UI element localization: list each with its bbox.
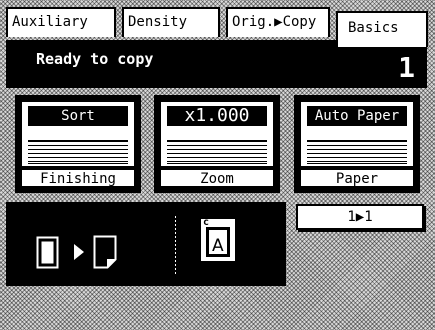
copy-count: 1 — [398, 51, 415, 84]
simplex-to-duplex-icon — [36, 235, 117, 269]
tab-orig-copy[interactable]: Orig.▶Copy — [226, 7, 330, 37]
paper-value: Auto Paper — [307, 106, 407, 126]
paper-stack-icon — [28, 140, 128, 164]
copier-screen: Auxiliary Density Orig.▶Copy Basics Read… — [0, 0, 435, 330]
duplex-mode-panel[interactable]: c A — [6, 202, 286, 286]
panel-divider — [175, 216, 176, 274]
one-sided-to-one-sided-button[interactable]: 1▶1 — [296, 204, 424, 230]
paper-stack-icon — [167, 140, 267, 164]
tab-basics[interactable]: Basics — [336, 11, 428, 47]
zoom-value: x1.000 — [167, 106, 267, 126]
zoom-label: Zoom — [160, 169, 274, 187]
zoom-button[interactable]: x1.000 Zoom — [154, 95, 280, 193]
original-letter: A — [212, 236, 224, 256]
tab-auxiliary[interactable]: Auxiliary — [6, 7, 116, 37]
finishing-key-face: Sort — [21, 101, 135, 167]
paper-label: Paper — [300, 169, 414, 187]
status-bar: Ready to copy 1 — [6, 40, 427, 88]
paper-key-face: Auto Paper — [300, 101, 414, 167]
zoom-key-face: x1.000 — [160, 101, 274, 167]
finishing-label: Finishing — [21, 169, 135, 187]
tab-density[interactable]: Density — [122, 7, 220, 37]
original-corner-mark: c — [203, 217, 210, 228]
finishing-value: Sort — [28, 106, 128, 126]
paper-stack-icon — [307, 140, 407, 164]
status-message: Ready to copy — [36, 50, 154, 68]
paper-button[interactable]: Auto Paper Paper — [294, 95, 420, 193]
finishing-button[interactable]: Sort Finishing — [15, 95, 141, 193]
